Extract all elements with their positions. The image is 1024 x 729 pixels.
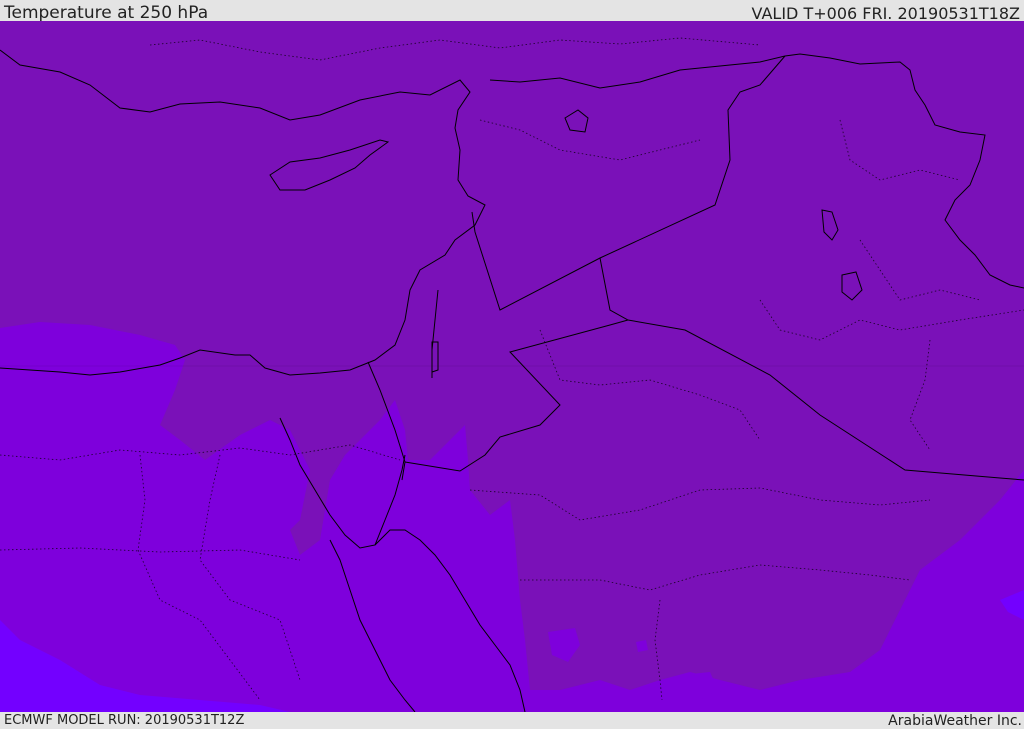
footer-bar: ECMWF MODEL RUN: 20190531T12Z ArabiaWeat… [0, 712, 1024, 729]
temperature-map[interactable] [0, 21, 1024, 712]
credit-label: ArabiaWeather Inc. [888, 713, 1022, 729]
map-title: Temperature at 250 hPa [4, 3, 209, 23]
header-bar: Temperature at 250 hPa VALID T+006 FRI. … [0, 0, 1024, 23]
mid-blob [636, 640, 648, 652]
model-run: ECMWF MODEL RUN: 20190531T12Z [4, 713, 245, 728]
